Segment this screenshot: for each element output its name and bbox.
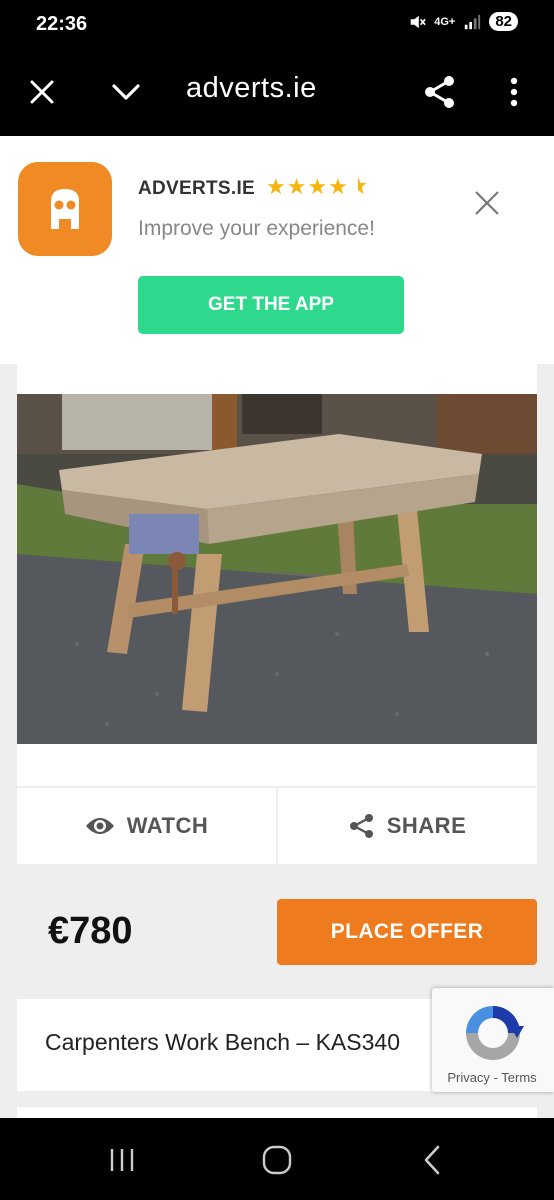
share-icon xyxy=(349,814,373,838)
full-stars: ★★★★ xyxy=(266,174,349,199)
listing-photo[interactable] xyxy=(17,394,537,744)
watch-button[interactable]: WATCH xyxy=(17,788,276,864)
status-bar: 22:36 4G+ 82 xyxy=(0,0,554,50)
recaptcha-terms-link[interactable]: Terms xyxy=(501,1070,536,1085)
get-the-app-button[interactable]: GET THE APP xyxy=(138,276,404,334)
chevron-down-icon xyxy=(112,84,140,100)
adverts-logo-icon xyxy=(51,189,79,229)
share-icon xyxy=(425,76,454,108)
action-row: WATCH SHARE xyxy=(17,788,537,864)
home-icon xyxy=(262,1145,292,1175)
share-label: SHARE xyxy=(386,813,467,838)
app-install-banner: ADVERTS.IE ★★★★ Improve your experience!… xyxy=(0,136,554,364)
half-star-icon xyxy=(357,177,367,194)
close-tab-button[interactable] xyxy=(20,70,64,114)
recent-apps-button[interactable] xyxy=(100,1138,144,1182)
listing-price: €780 xyxy=(48,910,133,952)
more-vertical-icon xyxy=(510,77,518,107)
app-name: ADVERTS.IE xyxy=(138,178,256,199)
listing-photo-card xyxy=(17,364,537,786)
status-icons: 4G+ 82 xyxy=(408,12,518,31)
minimize-button[interactable] xyxy=(104,70,148,114)
recaptcha-links: Privacy - Terms xyxy=(432,1070,552,1085)
app-banner-subtitle: Improve your experience! xyxy=(138,217,375,240)
dismiss-banner-button[interactable] xyxy=(470,186,504,220)
system-nav-bar xyxy=(0,1118,554,1200)
back-button[interactable] xyxy=(410,1138,454,1182)
recaptcha-icon xyxy=(466,1006,524,1060)
browser-toolbar: adverts.ie xyxy=(0,50,554,136)
share-page-button[interactable] xyxy=(418,70,462,114)
mute-icon xyxy=(410,15,426,28)
back-icon xyxy=(424,1145,440,1175)
share-button[interactable]: SHARE xyxy=(278,788,537,864)
rating-stars: ★★★★ xyxy=(266,174,367,200)
url-text[interactable]: adverts.ie xyxy=(186,72,317,105)
recaptcha-badge[interactable]: Privacy - Terms xyxy=(432,988,554,1092)
place-offer-button[interactable]: PLACE OFFER xyxy=(277,899,537,965)
recent-apps-icon xyxy=(110,1149,134,1171)
more-options-button[interactable] xyxy=(492,70,536,114)
workbench-photo xyxy=(17,394,537,744)
eye-icon xyxy=(85,818,114,834)
watch-label: WATCH xyxy=(126,813,209,838)
recaptcha-separator: - xyxy=(493,1070,498,1085)
close-icon xyxy=(30,80,54,104)
signal-icon xyxy=(465,14,481,29)
home-button[interactable] xyxy=(255,1138,299,1182)
close-icon xyxy=(475,191,499,215)
app-logo xyxy=(18,162,112,256)
status-time: 22:36 xyxy=(36,13,88,35)
battery-indicator: 82 xyxy=(489,12,518,31)
recaptcha-privacy-link[interactable]: Privacy xyxy=(447,1070,490,1085)
listing-title: Carpenters Work Bench – KAS340 xyxy=(45,1029,400,1055)
network-type: 4G+ xyxy=(434,15,456,28)
